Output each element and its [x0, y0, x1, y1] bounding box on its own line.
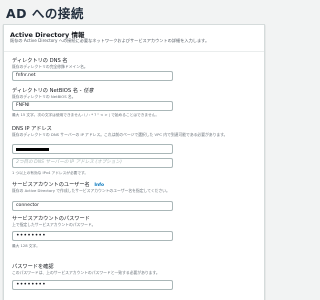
- service-username-label: サービスアカウントのユーザー名 Info: [12, 181, 104, 188]
- redacted-ip-bar: [16, 148, 49, 151]
- confirm-password-label: パスワードを確認: [12, 264, 54, 270]
- service-password-label: サービスアカウントのパスワード: [12, 216, 90, 222]
- service-password-input[interactable]: ••••••••: [12, 231, 173, 241]
- panel-header: Active Directory 情報 既存の Active Directory…: [4, 25, 264, 52]
- panel-description: 既存の Active Directory への接続に必要なネットワークおよびサー…: [10, 38, 210, 43]
- netbios-name-description: 既存のディレクトリの NetBIOS 名。: [12, 94, 76, 99]
- confirm-password-input[interactable]: ••••••••: [12, 280, 173, 290]
- dns-name-input[interactable]: fnfnr.net: [12, 71, 173, 81]
- dns-ip-primary-input[interactable]: [12, 144, 173, 154]
- dns-name-description: 既存のディレクトリの完全修飾ドメイン名。: [12, 64, 88, 69]
- service-username-input[interactable]: connector: [12, 201, 173, 211]
- service-username-description: 既存の Active Directory で作成したサービスアカウントのユーザー…: [12, 188, 170, 193]
- active-directory-panel: Active Directory 情報 既存の Active Directory…: [3, 24, 265, 300]
- page-title: AD への接続: [6, 6, 84, 21]
- netbios-name-input[interactable]: FNFNI: [12, 101, 173, 111]
- dns-ip-hint: 1 つ以上の有効な IPv4 アドレスが必要です。: [12, 171, 89, 175]
- confirm-password-description: このパスワードは、上のサービスアカウントのパスワードと一致する必要があります。: [12, 270, 160, 275]
- netbios-name-hint: 最大 15 文字。次の文字は使用できません: \ / : * ? " < > |…: [12, 113, 160, 117]
- dns-name-label: ディレクトリの DNS 名: [12, 58, 68, 64]
- service-password-hint: 最大 128 文字。: [12, 244, 40, 248]
- dns-ip-secondary-input[interactable]: 2つ目の DNS サーバーの IP アドレス (オプション): [12, 158, 173, 168]
- netbios-name-label: ディレクトリの NetBIOS 名 - 任意: [12, 87, 94, 94]
- dns-ip-label: DNS IP アドレス: [12, 126, 52, 132]
- optional-tag: - 任意: [79, 88, 94, 94]
- dns-ip-description: 既存のディレクトリの DNS サーバーの IP アドレス。これは前のページで選択…: [12, 132, 228, 137]
- service-password-description: 上で指定したサービスアカウントのパスワード。: [12, 222, 96, 227]
